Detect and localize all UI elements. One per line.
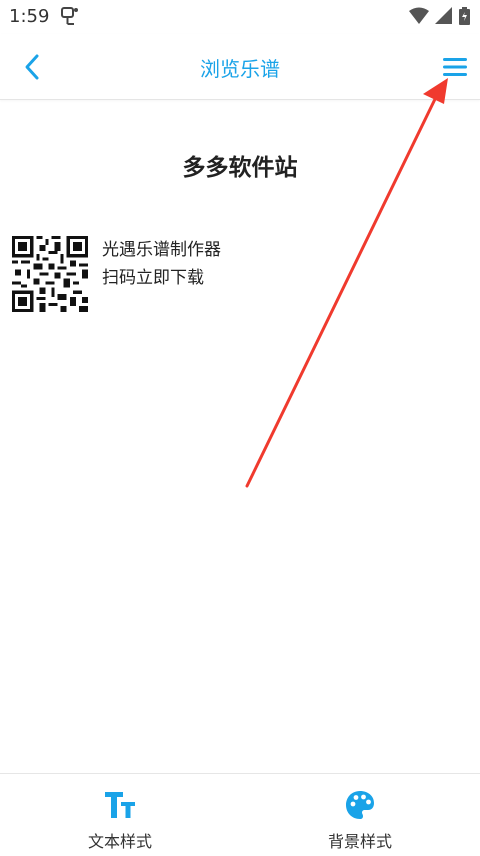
sheet-title: 多多软件站	[182, 155, 298, 181]
text-style-label: 文本样式	[87, 832, 152, 851]
text-style-icon	[105, 792, 135, 818]
qr-caption: 光遇乐谱制作器 扫码立即下载	[102, 236, 221, 292]
annotation-arrow	[245, 78, 448, 488]
qr-caption-line2: 扫码立即下载	[102, 268, 204, 288]
hamburger-menu-icon	[443, 58, 467, 76]
signal-icon	[435, 7, 452, 24]
qr-code	[12, 236, 88, 312]
bottom-toolbar: 文本样式 背景样式	[0, 773, 480, 856]
menu-button[interactable]	[438, 50, 472, 84]
background-style-tab[interactable]: 背景样式	[240, 774, 480, 856]
battery-icon	[459, 7, 470, 25]
background-style-label: 背景样式	[327, 832, 392, 851]
status-icons	[409, 7, 470, 25]
qr-caption-line1: 光遇乐谱制作器	[102, 240, 221, 260]
notification-icon	[58, 5, 80, 31]
app-bar: 浏览乐谱	[0, 34, 480, 100]
page-title: 浏览乐谱	[200, 57, 280, 81]
palette-icon	[346, 791, 374, 819]
wifi-icon	[409, 7, 429, 24]
status-bar: 1:59	[0, 0, 480, 34]
status-time: 1:59	[9, 6, 50, 27]
text-style-tab[interactable]: 文本样式	[0, 774, 240, 856]
